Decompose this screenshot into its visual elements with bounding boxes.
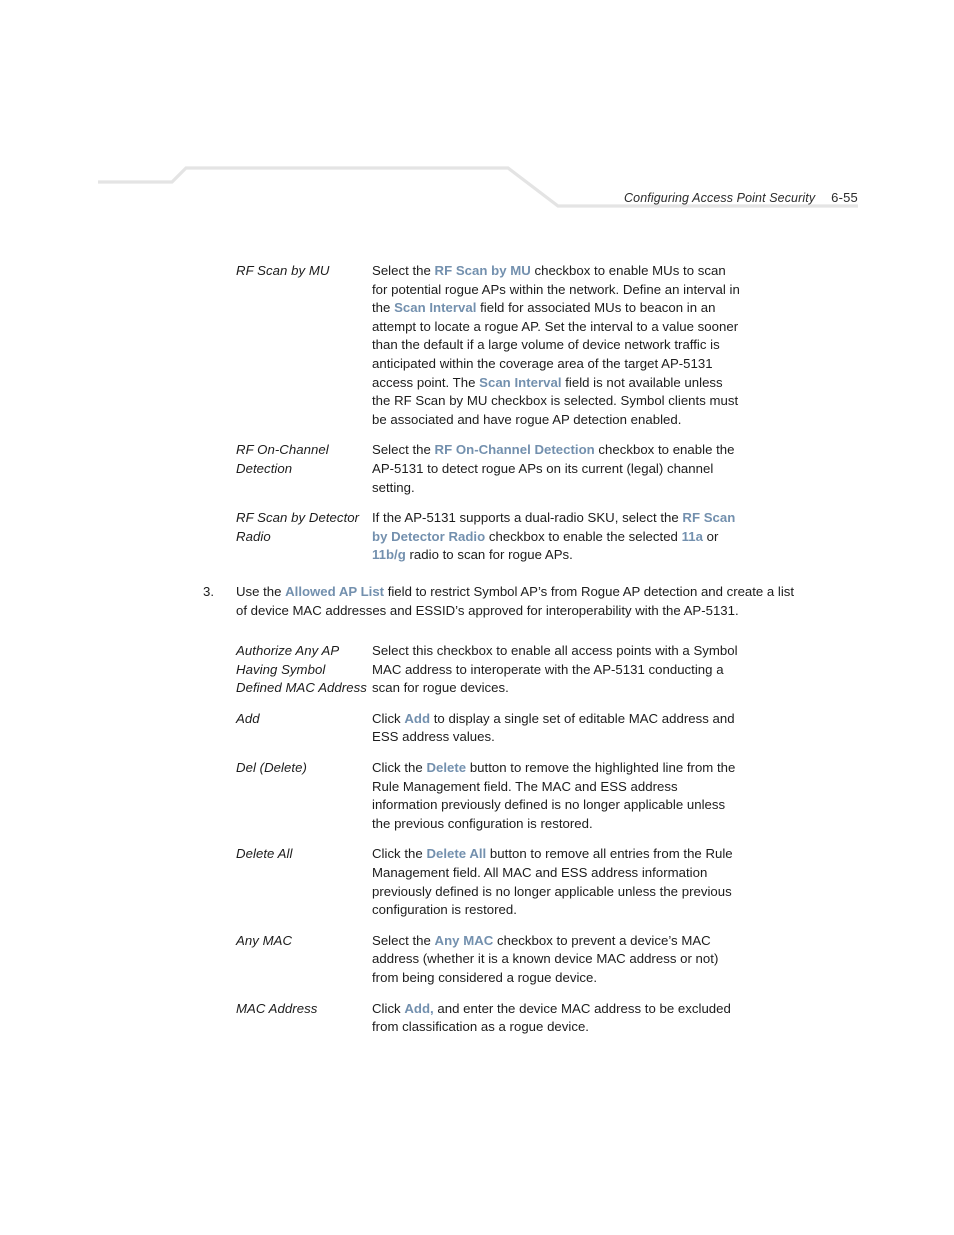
ap-5-text-0: Click <box>372 1000 405 1016</box>
definition-row: RF On-Channel Detection Select the RF On-… <box>0 441 954 497</box>
header-chapter-title: Configuring Access Point Security <box>624 191 816 205</box>
page-number: 6-55 <box>831 190 858 205</box>
ap-1-term-1: Add <box>404 710 431 726</box>
definition-term: Authorize Any AP Having Symbol Defined M… <box>236 643 367 696</box>
header-rule-decoration <box>98 166 858 208</box>
definition-description: Select the RF On-Channel Detection check… <box>372 441 744 497</box>
definition-list-rf-scan: RF Scan by MU Select the RF Scan by MU ch… <box>0 262 954 565</box>
ap-0-text-0: Select this checkbox to enable all acces… <box>372 643 738 696</box>
definition-term: Add <box>236 710 260 726</box>
definition-row: Add Click Add to display a single set of … <box>0 710 954 747</box>
rf-0-text-0: Select the <box>372 263 435 278</box>
definition-description: Select this checkbox to enable all acces… <box>372 642 744 698</box>
ap-4-term-1: Any MAC <box>434 932 494 948</box>
definition-description: Click Add, and enter the device MAC addr… <box>372 1000 744 1037</box>
definition-row: Any MAC Select the Any MAC checkbox to pr… <box>0 932 954 988</box>
definition-row: MAC Address Click Add, and enter the devi… <box>0 1000 954 1037</box>
ap-3-text-0: Click the <box>372 846 427 862</box>
rf-2-text-4: or <box>702 528 719 544</box>
numbered-step-3: 3. Use the Allowed AP List field to rest… <box>0 583 954 620</box>
definition-description: If the AP-5131 supports a dual-radio SKU… <box>372 509 744 565</box>
rf-2-text-0: If the AP-5131 supports a dual-radio SKU… <box>372 510 683 526</box>
step-text: Use the Allowed AP List field to restric… <box>236 583 798 620</box>
definition-description: Click the Delete All button to remove al… <box>372 845 744 919</box>
definition-description: Select the Any MAC checkbox to prevent a… <box>372 932 744 988</box>
ap-5-term-1: Add, <box>404 1000 434 1016</box>
ap-1-text-0: Click <box>372 710 405 726</box>
step-text-0: Use the <box>236 583 286 599</box>
rf-2-text-2: checkbox to enable the selected <box>485 528 682 544</box>
step-term-1: Allowed AP List <box>285 583 385 599</box>
definition-term: RF On-Channel Detection <box>236 442 329 476</box>
definition-row: Del (Delete) Click the Delete button to r… <box>0 759 954 833</box>
rf-2-term-3: 11a <box>681 528 703 544</box>
definition-term: Del (Delete) <box>236 760 307 776</box>
ap-2-text-0: Click the <box>372 760 427 776</box>
running-header: Configuring Access Point Security 6-55 <box>624 190 858 205</box>
definition-term: RF Scan by MU <box>236 263 330 278</box>
rf-2-text-6: radio to scan for rogue APs. <box>405 547 573 563</box>
definition-description: Click Add to display a single set of edi… <box>372 710 744 747</box>
ap-4-text-0: Select the <box>372 932 435 948</box>
rf-2-term-5: 11b/g <box>372 547 406 563</box>
definition-term: Any MAC <box>236 932 293 948</box>
rf-1-term-1: RF On-Channel Detection <box>434 442 595 458</box>
document-page: Configuring Access Point Security 6-55 R… <box>0 0 954 1235</box>
ap-2-term-1: Delete <box>426 760 467 776</box>
definition-row: RF Scan by MU Select the RF Scan by MU ch… <box>0 262 954 429</box>
rf-0-term-5: Scan Interval <box>479 374 562 390</box>
definition-term: Delete All <box>236 846 293 862</box>
definition-row: Authorize Any AP Having Symbol Defined M… <box>0 642 954 698</box>
step-number: 3. <box>203 583 214 599</box>
definition-row: RF Scan by Detector Radio If the AP-5131 … <box>0 509 954 565</box>
definition-term: RF Scan by Detector Radio <box>236 510 360 544</box>
definition-list-allowed-ap: Authorize Any AP Having Symbol Defined M… <box>0 642 954 1037</box>
rf-1-text-0: Select the <box>372 442 435 458</box>
definition-description: Click the Delete button to remove the hi… <box>372 759 744 833</box>
page-content: RF Scan by MU Select the RF Scan by MU ch… <box>0 262 954 1049</box>
definition-description: Select the RF Scan by MU checkbox to ena… <box>372 262 744 429</box>
ap-3-term-1: Delete All <box>426 846 487 862</box>
definition-row: Delete All Click the Delete All button to… <box>0 845 954 919</box>
rf-0-term-3: Scan Interval <box>394 300 477 316</box>
rf-0-term-1: RF Scan by MU <box>434 263 531 278</box>
definition-term: MAC Address <box>236 1000 318 1016</box>
